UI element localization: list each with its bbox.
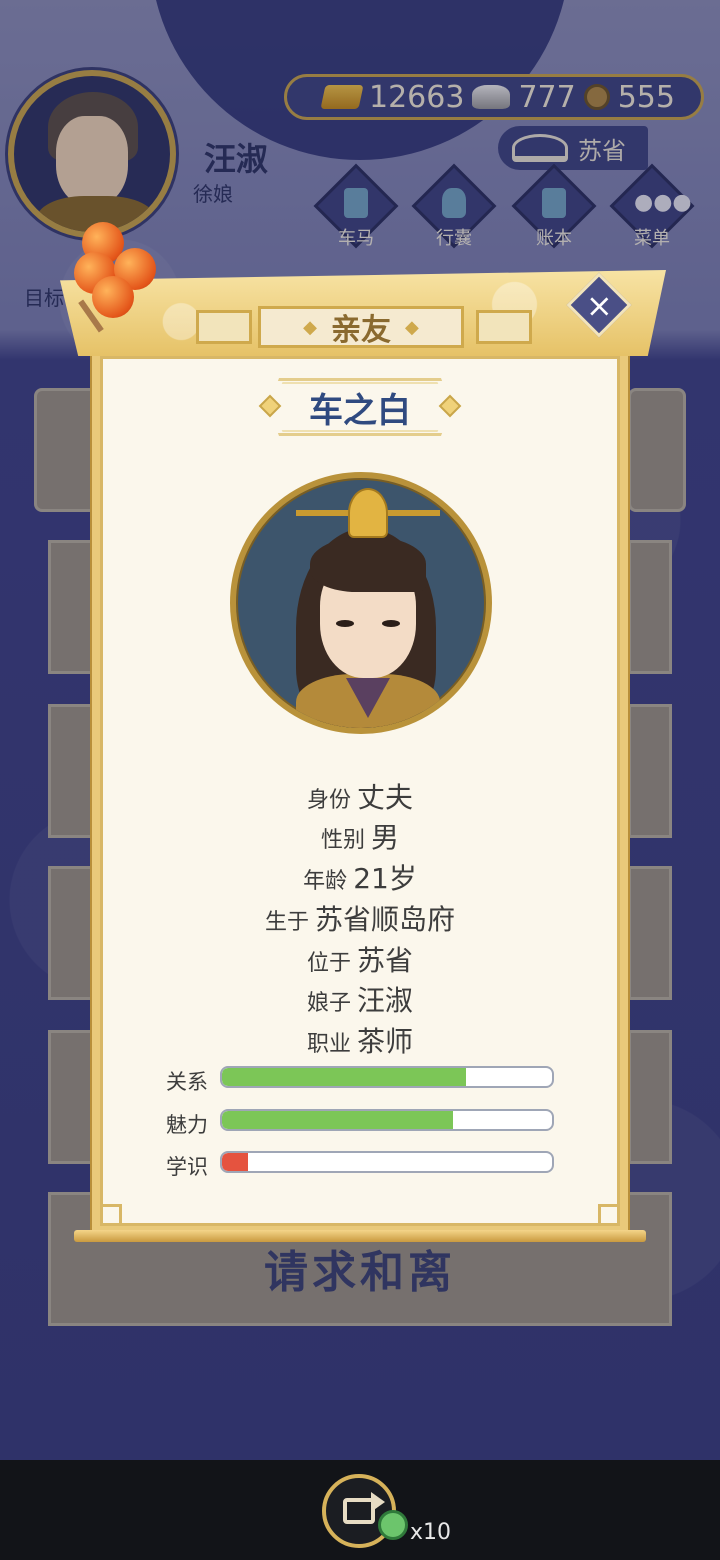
- knowledge-bar-fill: [222, 1153, 249, 1171]
- info-row-age: 年龄 21岁: [303, 862, 417, 895]
- share-icon: [343, 1492, 385, 1524]
- info-row-birthplace: 生于 苏省顺岛府: [264, 903, 456, 936]
- character-name: 车之白: [309, 390, 411, 431]
- relationship-bar-fill: [222, 1068, 467, 1086]
- scroll-rod: [74, 1230, 646, 1242]
- info-row-location: 位于 苏省: [306, 944, 414, 977]
- stat-label-charm: 魅力: [166, 1113, 208, 1137]
- knowledge-bar: [220, 1151, 554, 1173]
- charm-bar: [220, 1109, 554, 1131]
- charm-bar-fill: [222, 1111, 453, 1129]
- info-row-identity: 身份 丈夫: [306, 781, 414, 814]
- jade-reward-icon: [378, 1510, 408, 1540]
- info-row-occupation: 职业 茶师: [306, 1025, 414, 1058]
- close-icon: ×: [585, 286, 613, 324]
- dialog-title: ◆ 亲友 ◆: [258, 306, 464, 348]
- candied-hawthorn-icon[interactable]: [70, 220, 180, 333]
- relative-detail-dialog: ◆ 亲友 ◆ × 车之白 身份 丈夫 性别男 年龄 21岁 生于 苏省顺岛府 位于 苏省…: [60, 258, 666, 1248]
- stat-label-relationship: 关系: [166, 1070, 208, 1094]
- reward-count: x10: [410, 1520, 452, 1545]
- info-row-wife: 娘子 汪淑: [306, 984, 414, 1017]
- relationship-bar: [220, 1066, 554, 1088]
- character-portrait: [230, 472, 492, 734]
- info-row-gender: 性别男: [320, 821, 400, 854]
- stat-label-knowledge: 学识: [166, 1155, 208, 1179]
